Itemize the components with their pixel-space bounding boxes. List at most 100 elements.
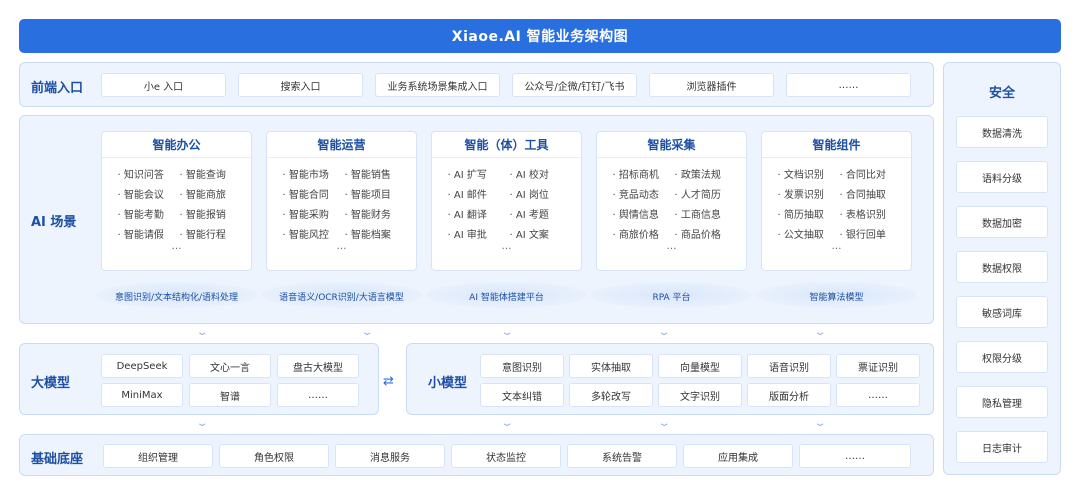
scene-card-item: · 工商信息 — [674, 210, 721, 221]
scene-card-item: · 合同抽取 — [839, 190, 886, 201]
scene-card-item: · AI 扩写 — [447, 170, 487, 181]
scene-card-item: · AI 文案 — [509, 230, 549, 241]
scene-card-item: · 智能行程 — [179, 230, 226, 241]
foundation-item: 状态监控 — [451, 444, 561, 468]
frontend-item: …… — [786, 73, 911, 97]
scene-card-title: 智能（体）工具 — [432, 132, 581, 158]
scene-card-item: · 智能财务 — [344, 210, 391, 221]
frontend-item: 浏览器插件 — [649, 73, 774, 97]
chevron-down-icon: ⌄ — [195, 418, 209, 429]
platform-label: RPA 平台 — [652, 293, 691, 303]
scene-card-item: · 竞品动态 — [612, 190, 659, 201]
foundation-section: 基础底座 组织管理 角色权限 消息服务 状态监控 系统告警 应用集成 …… — [19, 434, 934, 476]
scene-card-item: · 智能风控 — [282, 230, 329, 241]
scene-card-item: · AI 审批 — [447, 230, 487, 241]
scene-card-collection: 智能采集 · 招标商机 · 政策法规 · 竞品动态 · 人才简历 · 舆情信息 … — [596, 131, 747, 271]
scene-card-item: · 发票识别 — [777, 190, 824, 201]
scene-card-item: · AI 翻译 — [447, 210, 487, 221]
large-model-label: 大模型 — [31, 376, 71, 391]
large-model-item: DeepSeek — [101, 354, 183, 378]
scene-card-item: · 表格识别 — [839, 210, 886, 221]
scene-card-item: · 商旅价格 — [612, 230, 659, 241]
scene-card-item: · 政策法规 — [674, 170, 721, 181]
scene-card-item: · 公文抽取 — [777, 230, 824, 241]
scene-card-title: 智能办公 — [102, 132, 251, 158]
chevron-down-icon: ⌄ — [360, 327, 374, 338]
scene-card-item: · 智能合同 — [282, 190, 329, 201]
small-model-item: 实体抽取 — [569, 354, 653, 378]
foundation-item: 组织管理 — [103, 444, 213, 468]
scene-card-more: … — [171, 241, 182, 252]
chevron-down-icon: ⌄ — [813, 327, 827, 338]
chevron-down-icon: ⌄ — [813, 418, 827, 429]
swap-arrows-icon: ⇄ — [383, 374, 394, 389]
small-model-label: 小模型 — [428, 376, 468, 391]
scene-card-item: · 商品价格 — [674, 230, 721, 241]
security-item: 日志审计 — [956, 431, 1048, 463]
large-model-item: MiniMax — [101, 383, 183, 407]
scene-card-item: · 智能采购 — [282, 210, 329, 221]
small-model-item: 语音识别 — [747, 354, 831, 378]
chevron-down-icon: ⌄ — [657, 418, 671, 429]
security-item: 权限分级 — [956, 341, 1048, 373]
scene-card-more: … — [831, 241, 842, 252]
chevron-down-icon: ⌄ — [195, 327, 209, 338]
scene-card-item: · 智能商旅 — [179, 190, 226, 201]
scene-card-item: · 合同比对 — [839, 170, 886, 181]
small-model-item: 意图识别 — [480, 354, 564, 378]
large-model-item: 文心一言 — [189, 354, 271, 378]
scene-card-item: · 智能市场 — [282, 170, 329, 181]
frontend-item: 小e 入口 — [101, 73, 226, 97]
chevron-down-icon: ⌄ — [657, 327, 671, 338]
foundation-label: 基础底座 — [31, 452, 84, 467]
platform-label: AI 智能体搭建平台 — [469, 293, 544, 303]
small-model-item: 票证识别 — [836, 354, 920, 378]
scene-card-title: 智能组件 — [762, 132, 911, 158]
small-model-item: 版面分析 — [747, 383, 831, 407]
scene-card-item: · AI 校对 — [509, 170, 549, 181]
foundation-item: 系统告警 — [567, 444, 677, 468]
security-item: 隐私管理 — [956, 386, 1048, 418]
frontend-section: 前端入口 小e 入口 搜索入口 业务系统场景集成入口 公众号/企微/钉钉/飞书 … — [19, 62, 934, 107]
security-section: 安全 数据清洗 语料分级 数据加密 数据权限 敏感词库 权限分级 隐私管理 日志… — [943, 62, 1061, 475]
scene-card-item: · 智能销售 — [344, 170, 391, 181]
frontend-item: 公众号/企微/钉钉/飞书 — [512, 73, 637, 97]
large-model-item: 智谱 — [189, 383, 271, 407]
small-model-item: 文字识别 — [658, 383, 742, 407]
scene-card-item: · 智能请假 — [117, 230, 164, 241]
scene-card-item: · 银行回单 — [839, 230, 886, 241]
scene-card-components: 智能组件 · 文档识别 · 合同比对 · 发票识别 · 合同抽取 · 简历抽取 … — [761, 131, 912, 271]
security-item: 敏感词库 — [956, 296, 1048, 328]
scene-card-item: · 招标商机 — [612, 170, 659, 181]
small-model-item: …… — [836, 383, 920, 407]
chevron-down-icon: ⌄ — [500, 418, 514, 429]
scene-card-item: · 智能考勤 — [117, 210, 164, 221]
large-model-section: 大模型 DeepSeek 文心一言 盘古大模型 MiniMax 智谱 …… — [19, 343, 379, 415]
security-item: 数据权限 — [956, 251, 1048, 283]
scene-card-item: · 智能档案 — [344, 230, 391, 241]
foundation-item: 应用集成 — [683, 444, 793, 468]
diagram-title: Xiaoe.AI 智能业务架构图 — [19, 19, 1061, 53]
foundation-item: 角色权限 — [219, 444, 329, 468]
small-model-item: 文本纠错 — [480, 383, 564, 407]
frontend-label: 前端入口 — [31, 81, 84, 96]
scene-card-item: · AI 考题 — [509, 210, 549, 221]
frontend-item: 业务系统场景集成入口 — [375, 73, 500, 97]
scene-card-item: · 智能报销 — [179, 210, 226, 221]
ai-scene-label: AI 场景 — [31, 215, 77, 230]
small-model-item: 向量模型 — [658, 354, 742, 378]
large-model-item: …… — [277, 383, 359, 407]
scene-card-item: · 舆情信息 — [612, 210, 659, 221]
security-item: 数据加密 — [956, 206, 1048, 238]
ai-scene-section: AI 场景 智能办公 · 知识问答 · 智能查询 · 智能会议 · 智能商旅 ·… — [19, 115, 934, 324]
chevron-down-icon: ⌄ — [500, 327, 514, 338]
platform-label: 语音语义/OCR识别/大语言模型 — [279, 293, 404, 303]
scene-card-tools: 智能（体）工具 · AI 扩写 · AI 校对 · AI 邮件 · AI 岗位 … — [431, 131, 582, 271]
scene-card-title: 智能采集 — [597, 132, 746, 158]
scene-card-item: · 智能查询 — [179, 170, 226, 181]
scene-card-item: · 智能会议 — [117, 190, 164, 201]
scene-card-more: … — [501, 241, 512, 252]
frontend-item: 搜索入口 — [238, 73, 363, 97]
scene-card-office: 智能办公 · 知识问答 · 智能查询 · 智能会议 · 智能商旅 · 智能考勤 … — [101, 131, 252, 271]
security-label: 安全 — [988, 86, 1015, 101]
